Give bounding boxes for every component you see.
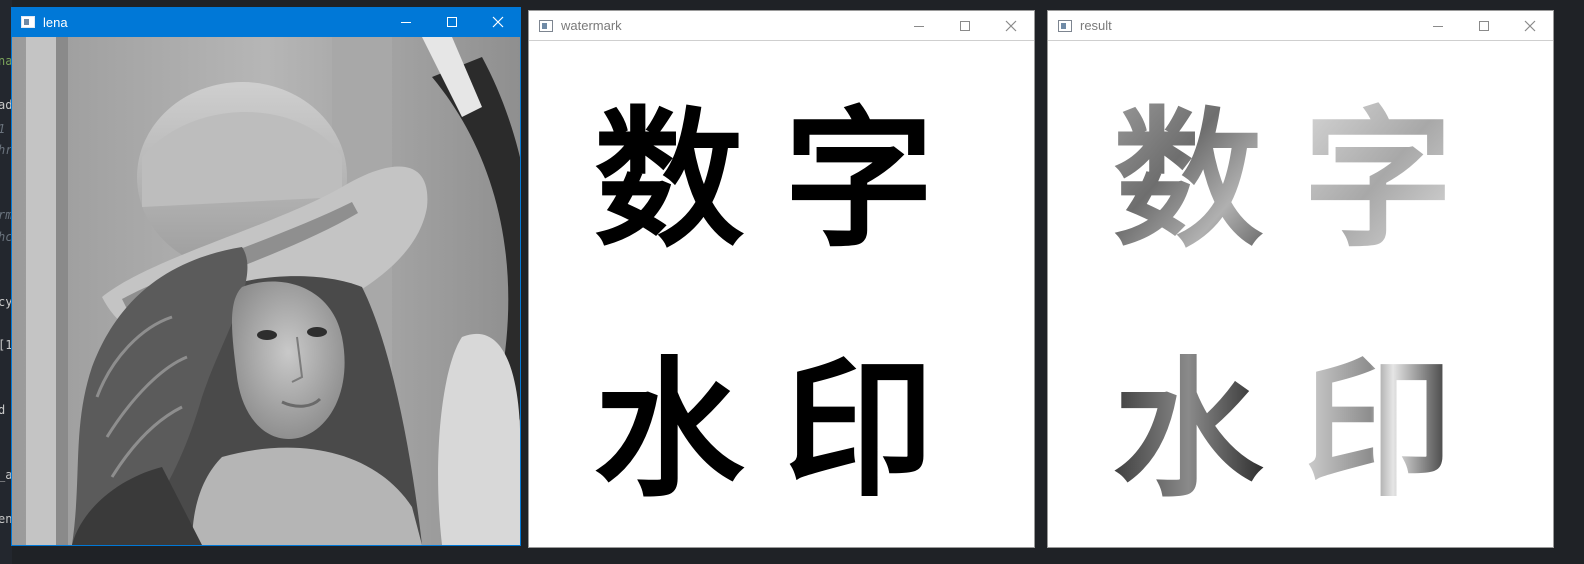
minimize-icon — [401, 22, 411, 23]
lena-image — [12, 37, 520, 545]
titlebar-watermark[interactable]: watermark — [529, 11, 1034, 41]
close-button[interactable] — [475, 7, 521, 37]
editor-fragment: 1 — [0, 122, 5, 136]
titlebar-lena[interactable]: lena — [11, 7, 521, 37]
result-image: 数 字 水 印 — [1048, 42, 1553, 547]
window-title: result — [1080, 18, 1112, 33]
app-window-icon — [21, 16, 35, 28]
maximize-button[interactable] — [942, 11, 988, 41]
close-button[interactable] — [988, 11, 1034, 41]
result-char: 字 — [1303, 94, 1453, 268]
window-title: lena — [43, 14, 68, 30]
minimize-icon — [914, 25, 924, 27]
close-icon — [1524, 20, 1536, 31]
window-result[interactable]: result 数 字 水 印 — [1047, 10, 1554, 548]
maximize-icon — [447, 17, 457, 27]
minimize-button[interactable] — [1415, 11, 1461, 41]
window-watermark[interactable]: watermark 数 字 水 印 — [528, 10, 1035, 548]
minimize-icon — [1433, 25, 1443, 27]
maximize-button[interactable] — [1461, 11, 1507, 41]
watermark-image: 数 字 水 印 — [529, 42, 1034, 547]
titlebar-result[interactable]: result — [1048, 11, 1553, 41]
maximize-button[interactable] — [429, 7, 475, 37]
watermark-char: 水 — [594, 344, 745, 518]
watermark-char: 印 — [784, 344, 934, 518]
editor-fragment: d — [0, 403, 6, 417]
minimize-button[interactable] — [383, 7, 429, 37]
window-title: watermark — [561, 18, 622, 33]
close-button[interactable] — [1507, 11, 1553, 41]
result-char: 数 — [1113, 94, 1263, 268]
maximize-icon — [1479, 20, 1489, 31]
result-char: 印 — [1303, 344, 1453, 518]
watermark-char: 字 — [784, 94, 934, 268]
close-icon — [492, 16, 504, 28]
maximize-icon — [960, 20, 970, 31]
close-icon — [1005, 20, 1017, 31]
window-lena[interactable]: lena — [11, 7, 521, 546]
watermark-char: 数 — [594, 94, 744, 268]
app-window-icon — [539, 19, 553, 32]
app-window-icon — [1058, 19, 1072, 32]
minimize-button[interactable] — [896, 11, 942, 41]
result-char: 水 — [1113, 344, 1264, 518]
